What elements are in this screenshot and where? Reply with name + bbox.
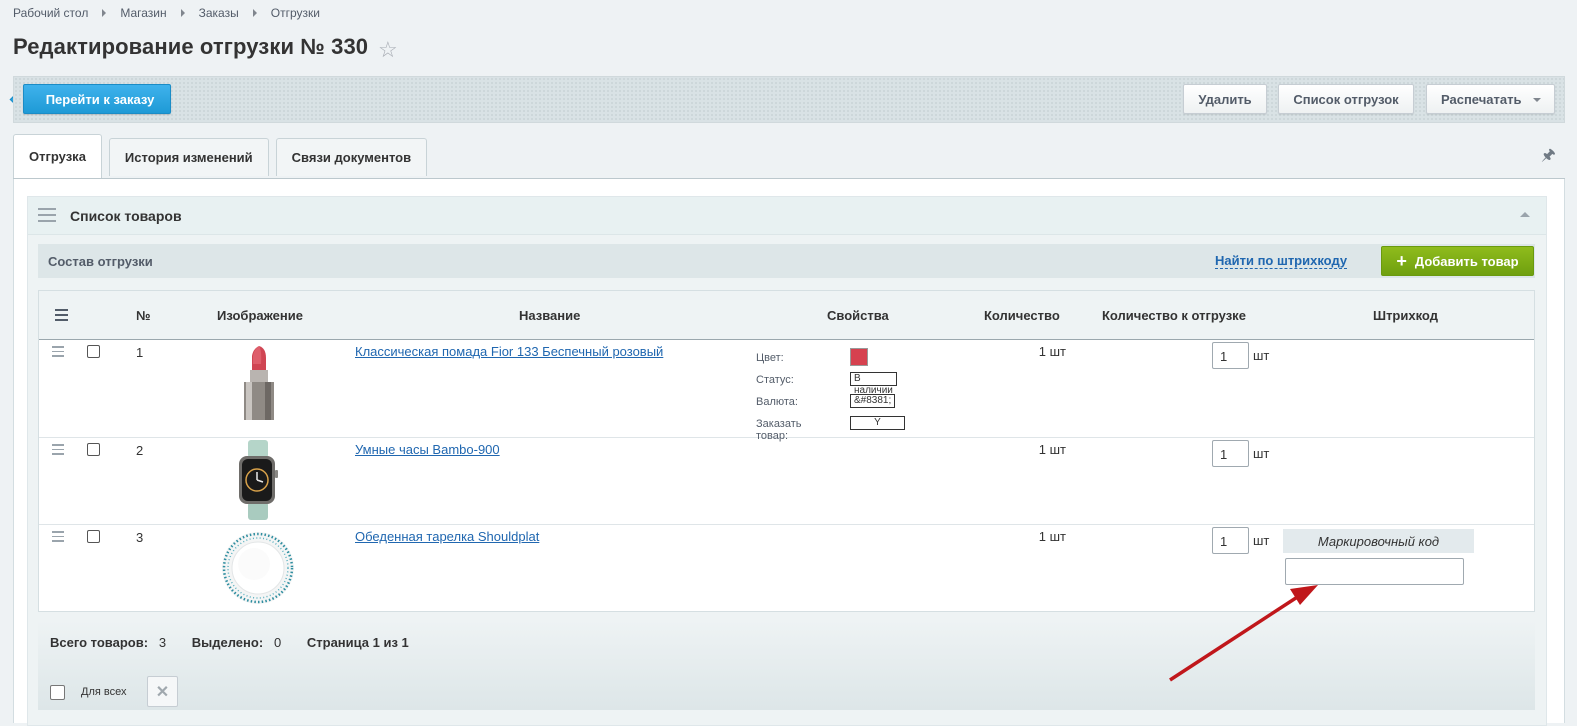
quantity-value: 1 шт [1038,529,1066,544]
property-label: Цвет: [756,352,784,364]
drag-handle-icon[interactable] [38,208,56,226]
print-button[interactable]: Распечатать [1426,84,1555,114]
row-checkbox[interactable] [87,345,100,358]
property-label: Валюта: [756,396,798,408]
total-label: Всего товаров: [50,635,149,650]
table-row: 1 Классическая помада Fior 133 Беспечный… [39,340,1534,442]
column-header-name: Название [519,308,581,323]
selected-value: 0 [274,635,282,650]
delete-selected-button[interactable]: ✕ [147,676,178,707]
drag-handle-icon[interactable] [52,531,64,545]
column-header-image: Изображение [217,308,303,323]
plate-image [222,532,294,604]
quantity-value: 1 шт [1038,344,1066,359]
column-settings-icon[interactable] [55,309,68,324]
column-header-number: № [136,308,151,323]
marking-code-label: Маркировочный код [1283,529,1474,553]
drag-handle-icon[interactable] [52,444,64,458]
property-value: &#8381; [850,394,896,408]
tab-document-links[interactable]: Связи документов [275,138,428,176]
marking-code-input[interactable] [1285,558,1464,585]
quantity-unit: шт [1253,446,1270,461]
shipment-composition-bar: Состав отгрузки Найти по штрихкоду + Доб… [38,244,1535,278]
property-value: В наличии [850,372,897,396]
ship-quantity-input[interactable]: 1 [1212,527,1249,554]
breadcrumb-item[interactable]: Рабочий стол [13,6,88,20]
color-swatch [850,348,868,366]
pin-icon[interactable]: 🖈 [1541,144,1556,171]
quantity-value: 1 шт [1038,442,1066,457]
products-table: № Изображение Название Свойства Количест… [38,290,1535,612]
row-checkbox[interactable] [87,443,100,456]
breadcrumb-item[interactable]: Отгрузки [271,6,320,20]
section-title: Список товаров [70,208,182,224]
tab-bar: Отгрузка История изменений Связи докумен… [13,134,434,178]
table-stats: Всего товаров: 3 Выделено: 0 Страница 1 … [50,635,409,650]
page-title: Редактирование отгрузки № 330 [13,34,369,59]
row-number: 1 [136,345,144,360]
add-product-button[interactable]: + Добавить товар [1381,246,1534,276]
selected-label: Выделено: [191,635,264,650]
breadcrumb-separator-icon [102,9,107,17]
add-product-label: Добавить товар [1414,253,1519,269]
shipment-composition-title: Состав отгрузки [48,254,153,269]
property-label: Статус: [756,374,794,386]
product-list-section: Список товаров Состав отгрузки Найти по … [27,196,1547,726]
product-name-link[interactable]: Умные часы Bambo-900 [355,442,500,457]
ship-quantity-input[interactable]: 1 [1212,440,1249,467]
table-header: № Изображение Название Свойства Количест… [39,291,1534,340]
drag-handle-icon[interactable] [52,346,64,360]
section-header[interactable]: Список товаров [28,197,1546,235]
find-by-barcode-link[interactable]: Найти по штрихкоду [1215,254,1348,269]
breadcrumb: Рабочий стол Магазин Заказы Отгрузки [13,6,320,20]
quantity-unit: шт [1253,348,1270,363]
row-number: 2 [136,443,144,458]
breadcrumb-item[interactable]: Заказы [199,6,239,20]
table-footer: Всего товаров: 3 Выделено: 0 Страница 1 … [38,620,1535,710]
row-checkbox[interactable] [87,530,100,543]
select-all-checkbox[interactable] [50,685,65,700]
tab-shipment[interactable]: Отгрузка [13,134,102,178]
total-value: 3 [158,635,167,650]
breadcrumb-separator-icon [180,9,185,17]
property-value: Y [850,416,905,430]
smartwatch-image [239,440,278,520]
breadcrumb-separator-icon [252,9,257,17]
page-indicator: Страница 1 из 1 [306,635,409,650]
delete-button[interactable]: Удалить [1183,84,1267,114]
shipment-list-button[interactable]: Список отгрузок [1278,84,1414,114]
go-to-order-button[interactable]: Перейти к заказу [23,84,171,114]
ship-quantity-input[interactable]: 1 [1212,342,1249,369]
product-name-link[interactable]: Обеденная тарелка Shouldplat [355,529,539,544]
group-actions-bar: Для всех ✕ [38,665,1535,710]
table-row: 2 Умные часы Bambo-900 1 шт 1 шт [39,438,1534,525]
collapse-icon[interactable] [1520,212,1530,217]
breadcrumb-item[interactable]: Магазин [120,6,166,20]
close-icon: ✕ [155,683,170,701]
toolbar: Перейти к заказу Удалить Список отгрузок… [13,76,1565,123]
column-header-barcode: Штрихкод [1373,308,1438,323]
column-header-quantity: Количество [984,308,1060,323]
plus-icon: + [1396,251,1407,271]
quantity-unit: шт [1253,533,1270,548]
column-header-properties: Свойства [827,308,889,323]
tab-history[interactable]: История изменений [108,138,269,176]
column-header-quantity-to-ship: Количество к отгрузке [1102,308,1246,323]
product-name-link[interactable]: Классическая помада Fior 133 Беспечный р… [355,344,663,359]
print-button-label: Распечатать [1441,91,1522,107]
star-icon[interactable]: ☆ [378,37,398,63]
tab-content: Список товаров Состав отгрузки Найти по … [13,179,1565,726]
chevron-down-icon [1533,98,1541,102]
table-row: 3 Обеденная тарелка Shouldplat 1 шт 1 шт… [39,525,1534,612]
for-all-label: Для всех [81,686,127,698]
lipstick-image [244,346,274,420]
row-number: 3 [136,530,144,545]
